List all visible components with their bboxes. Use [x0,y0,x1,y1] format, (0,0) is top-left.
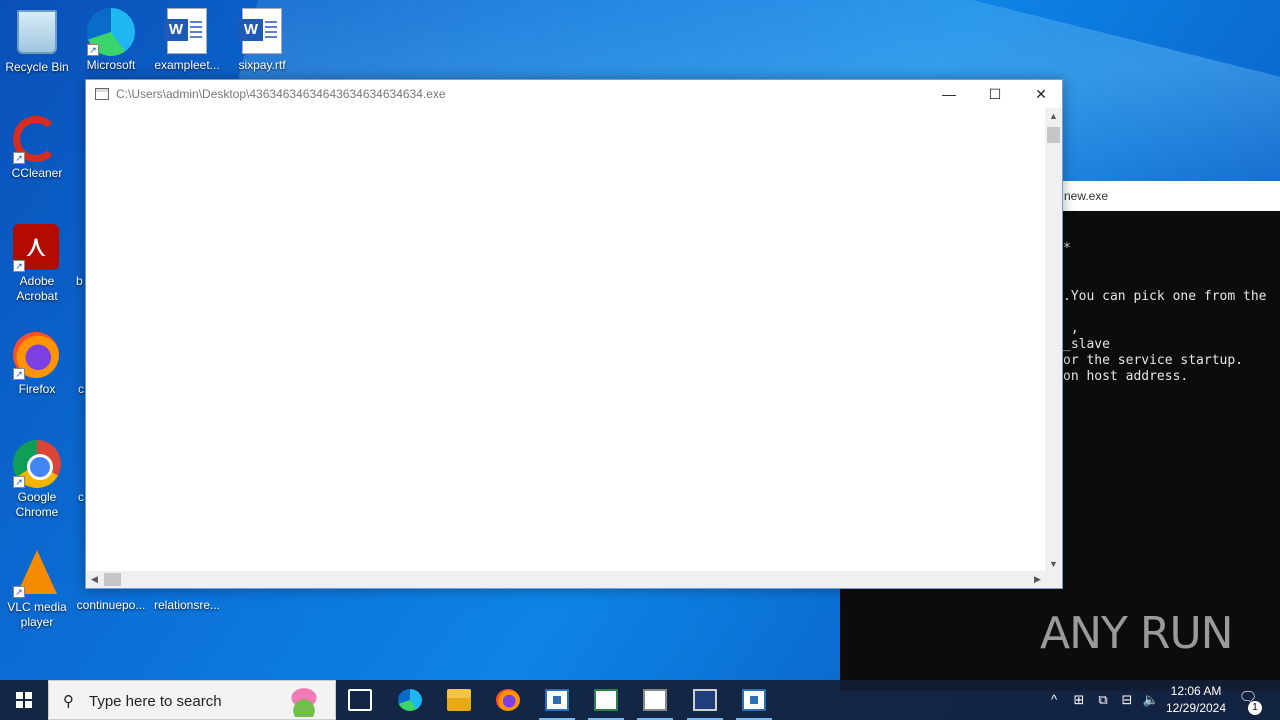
console-title: new.exe [1040,181,1280,211]
word-doc-icon: W [164,8,207,54]
volume-icon[interactable]: 🔈 [1140,680,1162,720]
windows-logo-icon [16,692,32,708]
app-window-icon [594,689,618,711]
close-button[interactable]: ✕ [1018,80,1064,108]
desktop-icon-label: exampleet... [154,58,220,72]
title-bar[interactable]: C:\Users\admin\Desktop\43634634634643634… [86,80,1062,108]
search-placeholder: Type here to search [89,693,222,710]
task-view-icon [348,689,372,711]
horizontal-scroll-thumb[interactable] [104,573,121,586]
file-explorer-icon [447,689,471,711]
desktop-icon-label: relationsre... [153,598,221,612]
search-highlight-image [279,685,329,717]
console-output: * .You can pick one from the , _slave or… [1063,241,1267,384]
desktop-icon-label: Google Chrome [15,490,59,519]
cmd-icon [693,689,717,711]
taskbar-edge[interactable] [386,680,434,720]
clock[interactable]: 12:06 AM 12/29/2024 [1160,683,1232,717]
horizontal-scrollbar[interactable]: ◀ ▶ [86,571,1046,588]
desktop-icon-label: Firefox [18,382,56,396]
taskbar-search-box[interactable]: ⚲ Type here to search [48,680,336,720]
clock-time: 12:06 AM [1170,684,1222,698]
scroll-up-arrow-icon[interactable]: ▲ [1045,108,1062,125]
desktop-icon-relationsre[interactable]: relationsre... [150,598,224,613]
scroll-right-arrow-icon[interactable]: ▶ [1029,571,1046,588]
main-window[interactable]: C:\Users\admin\Desktop\43634634634643634… [85,79,1063,589]
window-title: C:\Users\admin\Desktop\43634634634643634… [116,87,446,101]
shortcut-arrow-icon: ↗ [13,152,25,164]
desktop-icon-label: VLC media player [7,600,67,629]
search-icon: ⚲ [63,693,74,710]
desktop-icon-vlc[interactable]: ↗ VLC media player [0,548,74,630]
desktop-icon-microsoft-edge[interactable]: ↗ Microsoft Edge [74,8,148,73]
network-icon[interactable]: ⊟ [1116,680,1138,720]
vertical-scroll-thumb[interactable] [1047,127,1060,143]
desktop-icon-firefox[interactable]: ↗ Firefox [0,332,74,397]
scroll-left-arrow-icon[interactable]: ◀ [86,571,103,588]
desktop-icon-label: Microsoft Edge [86,58,136,72]
show-hidden-icons-chevron-icon[interactable]: ^ [1044,680,1064,720]
taskbar: ⚲ Type here to search ^ ⊞ ⧉ ⊟ 🔈 12:06 AM… [0,680,1280,720]
desktop-icon-continuepo[interactable]: continuepo... [74,598,148,613]
maximize-button[interactable]: ☐ [972,80,1018,108]
shortcut-arrow-icon: ↗ [13,476,25,488]
desktop-icon-label: continuepo... [76,598,146,612]
desktop-icon-label: sixpay.rtf [238,58,286,72]
anyrun-watermark: ANY RUN [1040,608,1234,659]
desktop-icon-label: CCleaner [11,166,63,180]
notification-center-button[interactable]: 🗨 1 [1236,688,1262,715]
taskbar-firefox[interactable] [484,680,532,720]
taskbar-certificate-app[interactable] [631,680,679,720]
taskbar-task-view[interactable] [336,680,384,720]
shortcut-arrow-icon: ↗ [13,368,25,380]
recycle-bin-icon [17,10,57,54]
scrollbar-corner [1045,571,1062,588]
windows-security-icon[interactable]: ⊞ [1068,680,1090,720]
shortcut-arrow-icon: ↗ [13,260,25,272]
taskbar-app-window-2[interactable] [582,680,630,720]
device-icon[interactable]: ⧉ [1092,680,1114,720]
desktop-icon-recycle-bin[interactable]: Recycle Bin [0,8,74,75]
shortcut-arrow-icon: ↗ [13,586,25,598]
app-window-icon [545,689,569,711]
taskbar-app-window-1[interactable] [533,680,581,720]
clock-date: 12/29/2024 [1165,701,1227,715]
taskbar-cmd[interactable] [681,680,729,720]
word-doc-icon: W [239,8,282,54]
desktop-icon-label: Recycle Bin [5,60,69,74]
shortcut-arrow-icon: ↗ [87,44,99,56]
notification-count-badge: 1 [1248,701,1262,715]
taskbar-file-explorer[interactable] [435,680,483,720]
desktop-icon-exampleet[interactable]: W exampleet... [150,8,224,73]
desktop-icon-adobe-acrobat[interactable]: ⋏ ↗ Adobe Acrobat [0,224,74,304]
taskbar-app-window-3[interactable] [730,680,778,720]
firefox-icon [496,689,520,711]
certificate-icon [643,689,667,711]
desktop-icon-label: Adobe Acrobat [16,274,58,303]
desktop-icon-ccleaner[interactable]: ↗ CCleaner [0,116,74,181]
desktop-icon-google-chrome[interactable]: ↗ Google Chrome [0,440,74,520]
console-content-area[interactable] [86,108,1046,573]
start-button[interactable] [0,680,48,720]
edge-icon [398,689,422,711]
vertical-scrollbar[interactable]: ▲ ▼ [1045,108,1062,573]
desktop-icon-sixpay[interactable]: W sixpay.rtf [225,8,299,73]
minimize-button[interactable]: — [926,80,972,108]
app-window-icon [742,689,766,711]
app-window-icon [95,88,109,100]
